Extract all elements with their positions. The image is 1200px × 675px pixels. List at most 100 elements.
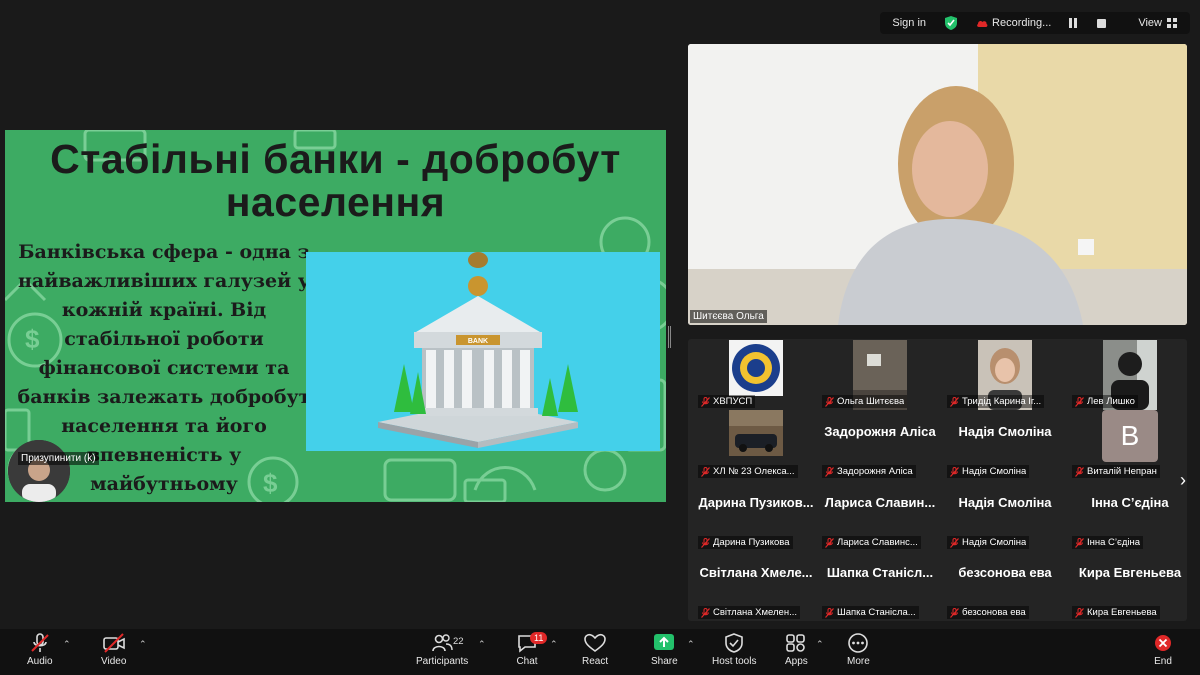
- stop-recording-button[interactable]: [1091, 18, 1112, 28]
- mic-muted-icon: [950, 396, 959, 407]
- react-button[interactable]: React: [582, 633, 608, 667]
- mic-muted-icon: [825, 466, 834, 477]
- split-view-divider[interactable]: [668, 326, 672, 348]
- participant-display-name: Лариса Славин...: [824, 495, 936, 510]
- bank-building-icon: BANK: [378, 252, 578, 448]
- participant-name-text: Тридід Карина Іг...: [962, 396, 1042, 407]
- participant-name-text: Інна С’єдіна: [1087, 537, 1141, 548]
- end-label: End: [1154, 656, 1172, 667]
- participant-name-label: Кира Евгеньева: [1072, 606, 1160, 619]
- more-button[interactable]: More: [847, 633, 870, 667]
- apps-button[interactable]: Apps: [785, 633, 808, 667]
- mic-muted-icon: [701, 537, 710, 548]
- participants-label: Participants: [416, 656, 469, 667]
- participant-name-text: Задорожня Аліса: [837, 466, 913, 477]
- participant-tile[interactable]: Інна С’єдіна Інна С’єдіна: [1068, 481, 1192, 551]
- participants-options-chevron-icon[interactable]: ⌃: [478, 639, 486, 650]
- end-meeting-button[interactable]: End: [1152, 633, 1174, 667]
- react-label: React: [582, 656, 609, 667]
- video-options-chevron-icon[interactable]: ⌃: [139, 639, 147, 650]
- participant-tile[interactable]: B Виталій Непран: [1068, 410, 1192, 480]
- participant-photo: [8, 440, 70, 502]
- participant-tile[interactable]: Шапка Станісл... Шапка Станісла...: [818, 551, 942, 621]
- paused-participant-video[interactable]: [8, 440, 70, 502]
- mic-muted-icon: [825, 396, 834, 407]
- chat-label: Chat: [516, 656, 538, 667]
- apps-options-chevron-icon[interactable]: ⌃: [816, 639, 824, 650]
- participant-name-label: Дарина Пузикова: [698, 536, 793, 549]
- slide-body-line: фінансової системи та: [38, 357, 290, 379]
- participant-tile[interactable]: Надія Смоліна Надія Смоліна: [943, 481, 1067, 551]
- participant-name-text: Лариса Славинс...: [837, 537, 918, 548]
- audio-options-chevron-icon[interactable]: ⌃: [63, 639, 71, 650]
- slide-title-line2: населення: [225, 179, 446, 225]
- participant-display-name: Дарина Пузиков...: [698, 495, 814, 510]
- mic-muted-icon: [1075, 396, 1084, 407]
- grid-view-icon: [1167, 18, 1177, 28]
- slide-body-line: населення та його: [61, 415, 267, 437]
- participant-display-name: Надія Смоліна: [958, 495, 1052, 510]
- mic-muted-icon: [701, 607, 710, 618]
- participant-display-name: Задорожня Аліса: [824, 424, 936, 439]
- active-speaker-video[interactable]: Шитєєва Ольга: [688, 44, 1187, 325]
- shield-check-icon: [945, 16, 958, 30]
- share-label: Share: [651, 656, 678, 667]
- audio-button[interactable]: Audio: [27, 633, 53, 667]
- participant-tile[interactable]: Задорожня Аліса Задорожня Аліса: [818, 410, 942, 480]
- mic-muted-icon: [1075, 537, 1084, 548]
- share-button[interactable]: Share: [651, 633, 678, 667]
- gallery-next-page-icon[interactable]: ›: [1180, 470, 1186, 491]
- share-options-chevron-icon[interactable]: ⌃: [687, 639, 695, 650]
- video-label: Video: [101, 656, 127, 667]
- recording-label: Recording...: [992, 17, 1052, 29]
- participant-name-label: Інна С’єдіна: [1072, 536, 1144, 549]
- participant-tile[interactable]: Надія Смоліна Надія Смоліна: [943, 410, 1067, 480]
- chat-options-chevron-icon[interactable]: ⌃: [550, 639, 558, 650]
- host-tools-button[interactable]: Host tools: [712, 633, 756, 667]
- mic-muted-icon: [825, 607, 834, 618]
- mic-muted-icon: [825, 537, 834, 548]
- meeting-controls-toolbar: Audio ⌃ Video ⌃ Participants 22 ⌃ Chat 1…: [0, 629, 1200, 675]
- pause-icon: [1069, 18, 1079, 28]
- participant-name-label: Задорожня Аліса: [822, 465, 916, 478]
- pause-recording-button[interactable]: [1063, 18, 1085, 28]
- slide-body-line: Банківська сфера - одна з: [18, 241, 310, 263]
- participants-count: 22: [453, 636, 464, 647]
- participant-tile[interactable]: Лев Лишко: [1068, 340, 1192, 410]
- participants-icon: [432, 634, 453, 652]
- participant-tile[interactable]: Кира Евгеньева Кира Евгеньева: [1068, 551, 1192, 621]
- participant-tile[interactable]: Світлана Хмеле... Світлана Хмелен...: [694, 551, 818, 621]
- participant-tile[interactable]: Тридід Карина Іг...: [943, 340, 1067, 410]
- participant-tile[interactable]: Лариса Славин... Лариса Славинс...: [818, 481, 942, 551]
- bank-illustration: BANK: [306, 252, 660, 451]
- participant-name-label: ХЛ № 23 Олекса...: [698, 465, 798, 478]
- sign-in-label: Sign in: [892, 17, 927, 29]
- mic-muted-icon: [31, 633, 49, 652]
- speaker-name-label: Шитєєва Ольга: [690, 310, 767, 323]
- mic-muted-icon: [950, 607, 959, 618]
- participant-name-label: Шапка Станісла...: [822, 606, 919, 619]
- meeting-topbar: Sign in Recording... View: [880, 12, 1190, 34]
- view-button[interactable]: View: [1132, 17, 1184, 29]
- participant-tile[interactable]: безсонова ева безсонова ева: [943, 551, 1067, 621]
- participant-name-text: безсонова ева: [962, 607, 1026, 618]
- recording-indicator[interactable]: Recording...: [970, 17, 1057, 29]
- participant-tile[interactable]: Дарина Пузиков... Дарина Пузикова: [694, 481, 818, 551]
- participant-name-label: Світлана Хмелен...: [698, 606, 800, 619]
- participant-tile[interactable]: ХВПУСП: [694, 340, 818, 410]
- participant-name-text: Виталій Непран: [1087, 466, 1157, 477]
- participant-name-label: Виталій Непран: [1072, 465, 1160, 478]
- video-button[interactable]: Video: [101, 633, 126, 667]
- participant-tile[interactable]: Ольга Шитєєва: [818, 340, 942, 410]
- mic-muted-icon: [701, 466, 710, 477]
- security-shield[interactable]: [938, 15, 964, 31]
- view-label: View: [1138, 17, 1162, 29]
- speaker-video-frame: [688, 44, 1187, 325]
- mic-muted-icon: [950, 537, 959, 548]
- participant-name-label: Лариса Славинс...: [822, 536, 921, 549]
- participant-name-label: ХВПУСП: [698, 395, 756, 408]
- slide-body-line: стабільної роботи: [64, 328, 264, 350]
- participant-tile[interactable]: ХЛ № 23 Олекса...: [694, 410, 818, 480]
- sign-in-button[interactable]: Sign in: [886, 17, 932, 29]
- end-call-icon: [1155, 635, 1171, 651]
